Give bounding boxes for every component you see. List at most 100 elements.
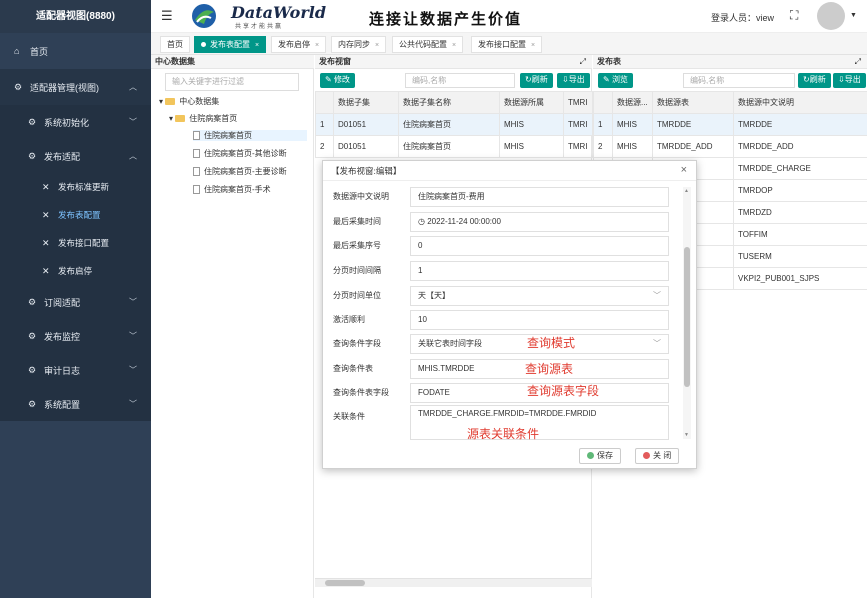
column-header[interactable] (593, 91, 613, 114)
tab-interface-config[interactable]: 发布接口配置 × (471, 36, 543, 53)
topbar: ☰ DataWorld 共享才能共赢 连接让数据产生价值 登录人员：view ⛶… (151, 0, 867, 33)
tree-node-leaf[interactable]: 住院病案首页-主要诊断 (193, 166, 287, 177)
tab-table-config[interactable]: 发布表配置 × (194, 36, 267, 53)
annotation-query-table: 查询源表 (525, 362, 574, 376)
dialog-scrollbar[interactable]: ▲ ▼ (683, 187, 691, 439)
close-icon[interactable]: × (375, 42, 379, 49)
tree-node-leaf[interactable]: 住院病案首页 (193, 130, 307, 141)
page-unit-select[interactable]: 天【天】 ﹀ (410, 286, 669, 306)
table-cell: D01051 (333, 135, 399, 158)
right-search-input[interactable]: 编码,名称 (683, 73, 795, 88)
close-icon[interactable]: × (681, 164, 687, 176)
column-header[interactable]: TMRI (563, 91, 593, 114)
table-cell: MHIS (499, 135, 564, 158)
column-header[interactable]: 数据源表 (652, 91, 734, 114)
tab-start-stop[interactable]: 发布启停 × (271, 36, 327, 53)
export-button[interactable]: ⇩导出 (557, 73, 590, 88)
fullscreen-icon[interactable]: ⛶ (790, 8, 798, 23)
mid-search-input[interactable]: 编码,名称 (405, 73, 515, 88)
source-desc-field[interactable]: 住院病案首页-费用 (410, 187, 669, 207)
file-icon (193, 131, 200, 141)
close-icon[interactable]: × (255, 42, 259, 49)
menu-toggle-icon[interactable]: ☰ (161, 8, 173, 24)
table-cell: TMRDDE_CHARGE (733, 157, 867, 180)
last-collect-seq-field[interactable]: 0 (410, 236, 669, 256)
form-row: 查询条件字段 关联它表时间字段 ﹀ (333, 334, 669, 354)
gear-icon: ⚙ (28, 150, 37, 161)
active-dot-icon (201, 42, 206, 48)
table-header: 数据子集 数据子集名称 数据源所属 TMRI (315, 91, 593, 114)
column-header[interactable]: 数据源中文说明 (733, 91, 867, 114)
chevron-down-icon: ﹀ (129, 297, 137, 307)
caret-down-icon[interactable]: ▼ (850, 12, 857, 19)
check-icon (587, 452, 594, 460)
sidebar-item-start-stop[interactable]: ✕ 发布启停 (0, 257, 151, 285)
close-icon[interactable]: × (315, 42, 319, 49)
table-row[interactable]: 1 MHIS TMRDDE TMRDDE (593, 113, 867, 136)
sidebar-item-std-update[interactable]: ✕ 发布标准更新 (0, 173, 151, 201)
tab-home[interactable]: 首页 (160, 36, 190, 53)
form-row: 最后采集时间 ◷ 2022-11-24 00:00:00 (333, 212, 669, 232)
table-row[interactable]: 2 D01051 住院病案首页 MHIS TMRI (315, 135, 593, 158)
column-header[interactable]: 数据源所属 (499, 91, 564, 114)
form-row: 数据源中文说明 住院病案首页-费用 (333, 187, 669, 207)
tab-public-code[interactable]: 公共代码配置 × (392, 36, 464, 53)
close-icon[interactable]: × (531, 42, 535, 49)
avatar[interactable] (817, 2, 845, 30)
sidebar-item-subscribe[interactable]: ⚙ 订阅适配 ﹀ (0, 285, 151, 319)
gear-icon: ⚙ (14, 81, 23, 92)
tab-bar: 首页 发布表配置 × 发布启停 × 内存同步 × 公共代码配置 × 发布接口配置 × (151, 33, 867, 55)
annotation-query-column: 查询源表字段 (527, 384, 600, 398)
file-icon (193, 149, 200, 159)
edit-icon: ✎ (325, 75, 334, 84)
tree-node-leaf[interactable]: 住院病案首页-手术 (193, 184, 271, 195)
export-button[interactable]: ⇩导出 (833, 73, 866, 88)
table-cell: 住院病案首页 (398, 113, 500, 136)
sidebar-item-sys-init[interactable]: ⚙ 系统初始化 ﹀ (0, 105, 151, 139)
table-row[interactable]: 1 D01051 住院病案首页 MHIS TMRI (315, 113, 593, 136)
sidebar-item-monitor[interactable]: ⚙ 发布监控 ﹀ (0, 319, 151, 353)
left-panel-title: 中心数据集 (151, 55, 314, 69)
dataworld-logo (192, 4, 216, 28)
chevron-down-icon: ﹀ (129, 331, 137, 341)
sidebar-item-adapter-mgmt[interactable]: ⚙ 适配器管理(视图) ︿ (0, 69, 151, 105)
sidebar-item-sys-config[interactable]: ⚙ 系统配置 ﹀ (0, 387, 151, 421)
column-header[interactable]: 数据源... (612, 91, 653, 114)
tree-node-inpatient[interactable]: ▾ 住院病案首页 (169, 113, 237, 124)
refresh-icon: ↻ (803, 75, 810, 84)
sidebar-item-table-config[interactable]: ✕ 发布表配置 (0, 201, 151, 229)
table-row[interactable]: 2 MHIS TMRDDE_ADD TMRDDE_ADD (593, 135, 867, 158)
sidebar-item-home[interactable]: ⌂ 首页 (0, 33, 151, 69)
horizontal-scrollbar[interactable] (315, 578, 592, 587)
sidebar-item-publish-adapt[interactable]: ⚙ 发布适配 ︿ (0, 139, 151, 173)
tree-node-leaf[interactable]: 住院病案首页-其他诊断 (193, 148, 287, 159)
maximize-icon[interactable]: ⤢ (855, 55, 861, 69)
edit-button[interactable]: ✎ 修改 (320, 73, 355, 88)
activation-order-field[interactable]: 10 (410, 310, 669, 330)
refresh-button[interactable]: ↻刷新 (798, 73, 831, 88)
close-button[interactable]: 关 闭 (635, 448, 680, 464)
form-row: 激活顺利 10 (333, 310, 669, 330)
sidebar-item-audit[interactable]: ⚙ 审计日志 ﹀ (0, 353, 151, 387)
column-header[interactable]: 数据子集 (333, 91, 399, 114)
tree-node-root[interactable]: ▾ 中心数据集 (159, 96, 219, 107)
table-cell: MHIS (612, 113, 653, 136)
wrench-icon: ✕ (42, 237, 50, 248)
sidebar-item-interface-config[interactable]: ✕ 发布接口配置 (0, 229, 151, 257)
column-header[interactable]: 数据子集名称 (398, 91, 500, 114)
last-collect-time-field[interactable]: ◷ 2022-11-24 00:00:00 (410, 212, 669, 232)
tree-filter-input[interactable]: 输入关键字进行过滤 (165, 73, 299, 91)
form-row: 查询条件表字段 FODATE (333, 383, 669, 403)
tab-memory-sync[interactable]: 内存同步 × (331, 36, 387, 53)
refresh-button[interactable]: ↻刷新 (520, 73, 553, 88)
download-icon: ⇩ (562, 75, 569, 84)
table-cell: TMRDOP (733, 179, 867, 202)
dialog-title: 【发布视窗:编辑】 (323, 161, 696, 181)
join-condition-textarea[interactable]: TMRDDE_CHARGE.FMRDID=TMRDDE.FMRDID (410, 405, 669, 440)
column-header[interactable] (315, 91, 334, 114)
maximize-icon[interactable]: ⤢ (580, 55, 586, 69)
page-interval-field[interactable]: 1 (410, 261, 669, 281)
save-button[interactable]: 保存 (579, 448, 621, 464)
close-icon[interactable]: × (452, 42, 456, 49)
browse-button[interactable]: ✎ 浏览 (598, 73, 633, 88)
